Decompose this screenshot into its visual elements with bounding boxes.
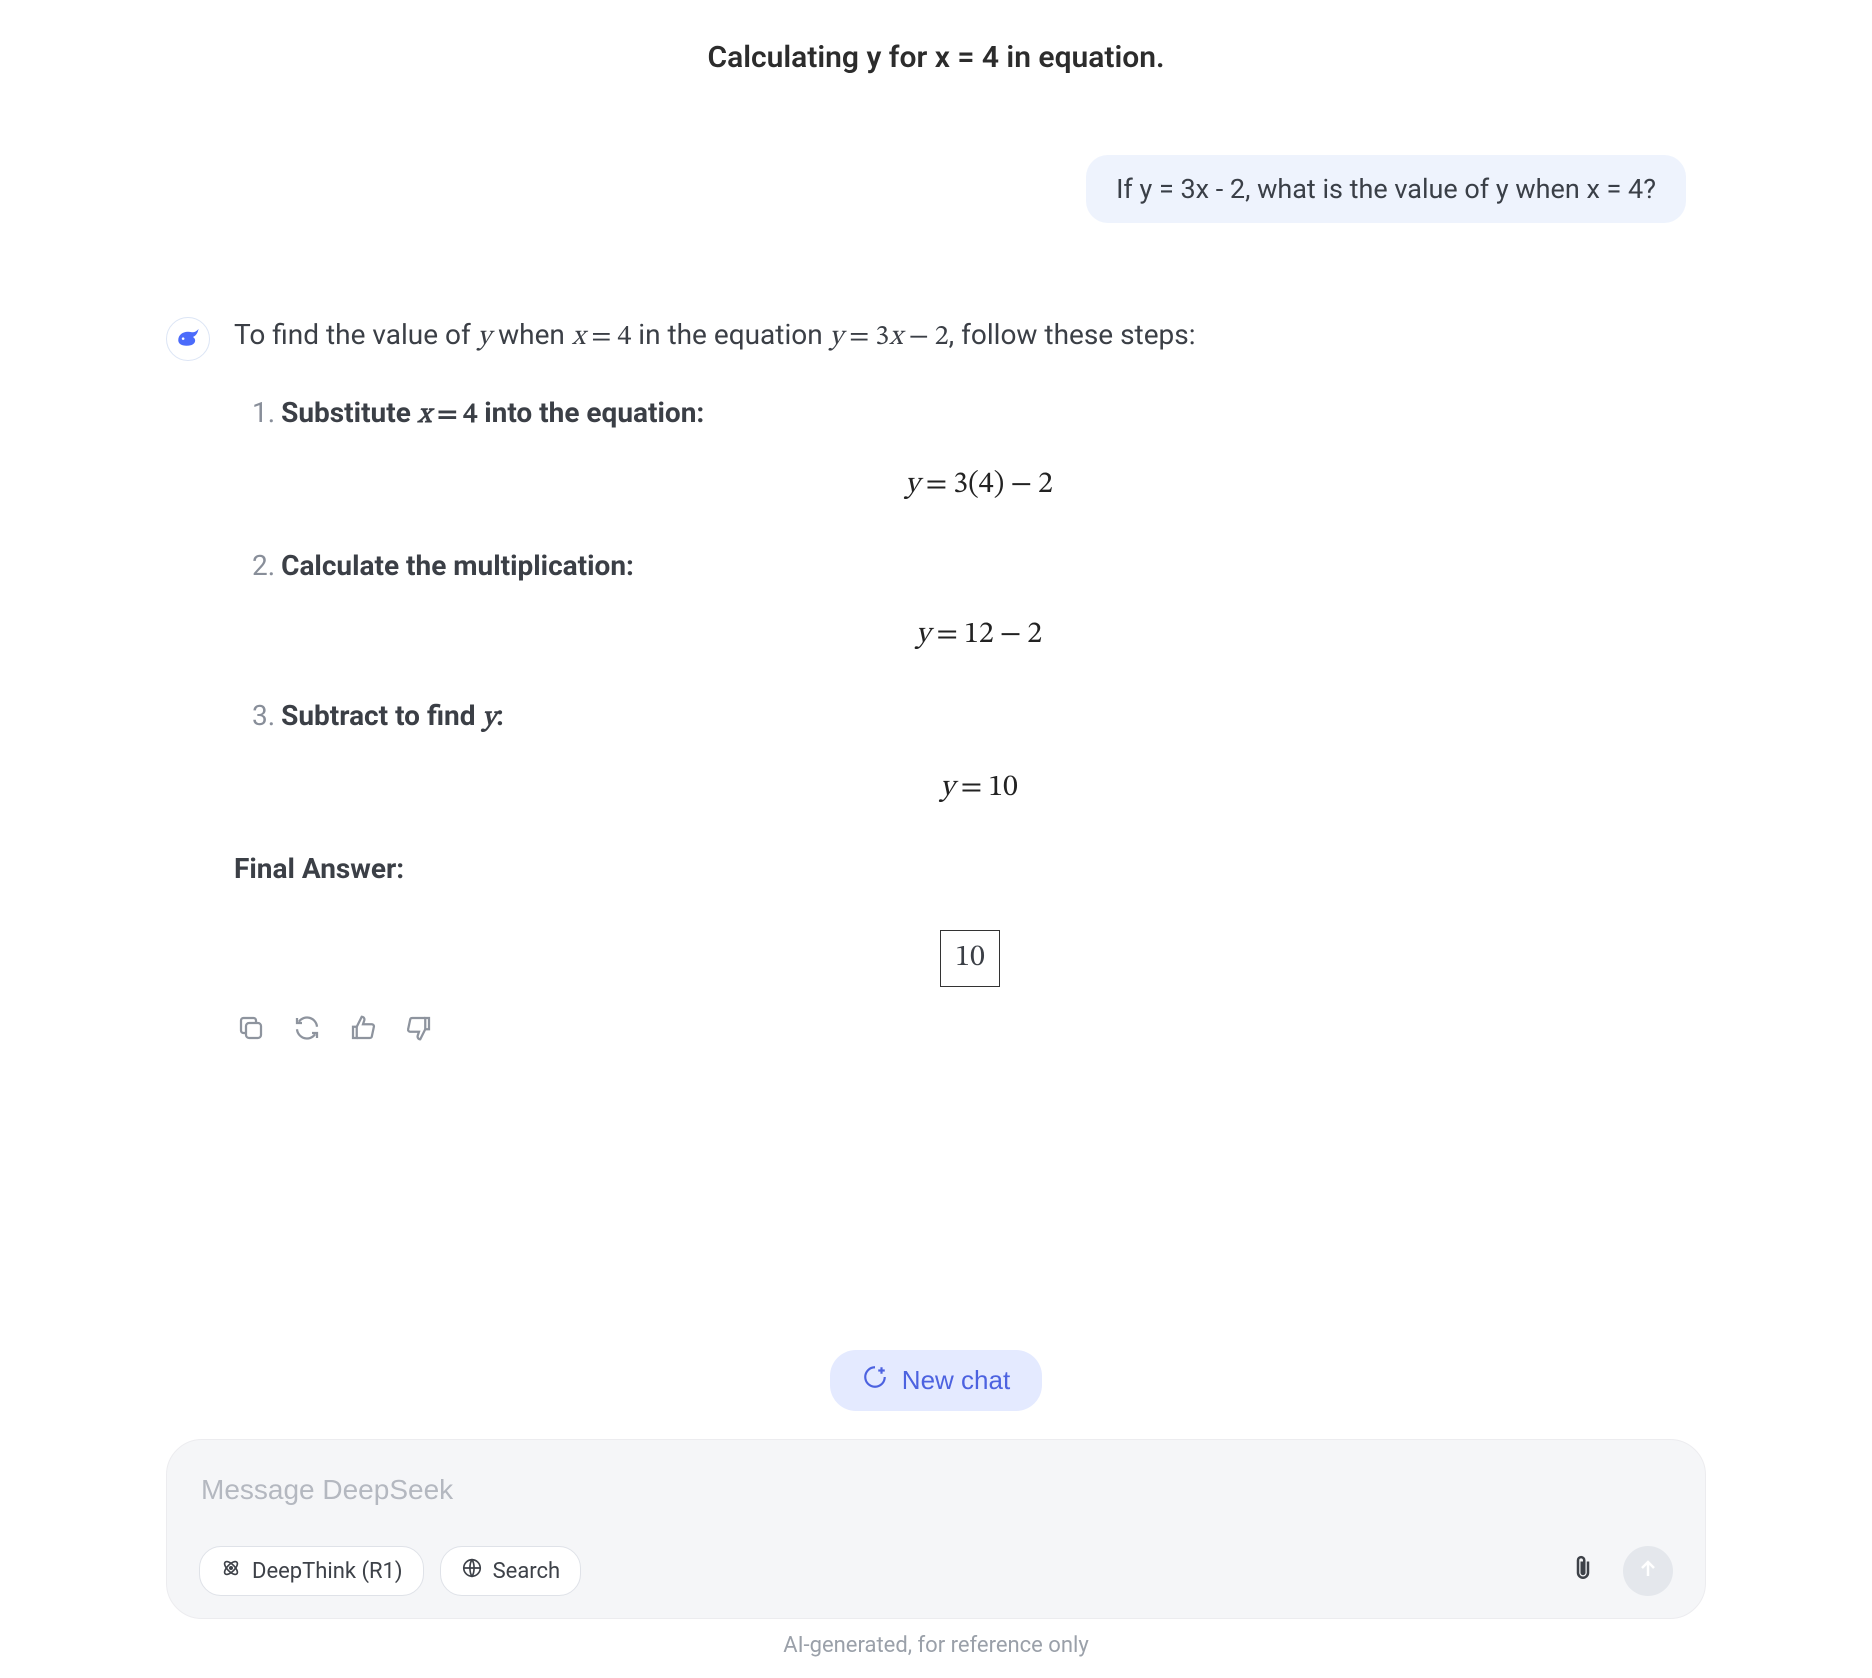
step-number: 2.: [252, 549, 275, 582]
whale-icon: [175, 324, 201, 354]
message-input[interactable]: [199, 1468, 1673, 1546]
page-title: Calculating y for x = 4 in equation.: [166, 40, 1706, 75]
thumbs-down-button[interactable]: [402, 1017, 436, 1051]
new-chat-label: New chat: [902, 1365, 1010, 1396]
step-3: 3.Subtract to find y: y=10: [252, 694, 1706, 811]
intro-text: , follow these steps:: [949, 318, 1196, 351]
attach-button[interactable]: [1565, 1553, 1601, 1589]
copy-button[interactable]: [234, 1017, 268, 1051]
equation-block: y=3(4)−2: [252, 462, 1706, 509]
intro-math-y: y: [478, 323, 492, 351]
final-answer-value: 10: [940, 930, 1000, 987]
final-answer-label: Final Answer:: [234, 847, 1706, 890]
step-2: 2.Calculate the multiplication: y=12−2: [252, 544, 1706, 658]
intro-math-eq: y=3x−2: [830, 323, 949, 351]
step-number: 1.: [252, 396, 275, 429]
disclaimer-text: AI-generated, for reference only: [166, 1633, 1706, 1658]
atom-icon: [220, 1557, 242, 1585]
equation-block: y=10: [252, 765, 1706, 812]
new-chat-icon: [862, 1364, 888, 1397]
assistant-message-body: To find the value of y when x=4 in the e…: [234, 313, 1706, 1051]
deepthink-chip[interactable]: DeepThink (R1): [199, 1546, 424, 1596]
search-label: Search: [493, 1559, 561, 1584]
arrow-up-icon: [1636, 1557, 1660, 1585]
message-actions: [234, 1017, 1706, 1051]
step-text: Substitute: [281, 396, 418, 429]
step-math: x=4: [418, 401, 477, 429]
input-panel: DeepThink (R1) Search: [166, 1439, 1706, 1619]
user-message-bubble: If y = 3x - 2, what is the value of y wh…: [1086, 155, 1686, 223]
globe-icon: [461, 1557, 483, 1585]
step-text: Subtract to find: [281, 699, 482, 732]
intro-text: when: [491, 318, 572, 351]
paperclip-icon: [1568, 1554, 1598, 1588]
equation-block: y=12−2: [252, 612, 1706, 659]
search-chip[interactable]: Search: [440, 1546, 582, 1596]
step-text: Calculate the multiplication:: [281, 549, 634, 582]
assistant-intro: To find the value of y when x=4 in the e…: [234, 313, 1706, 359]
assistant-avatar: [166, 317, 210, 361]
step-text: into the equation:: [477, 396, 704, 429]
refresh-icon: [292, 1012, 322, 1055]
user-message-row: If y = 3x - 2, what is the value of y wh…: [166, 155, 1706, 223]
intro-text: To find the value of: [234, 318, 478, 351]
new-chat-button[interactable]: New chat: [830, 1350, 1042, 1411]
assistant-message-row: To find the value of y when x=4 in the e…: [166, 313, 1706, 1051]
step-math: y: [482, 704, 496, 732]
thumbs-down-icon: [404, 1012, 434, 1055]
intro-math-x4: x=4: [572, 323, 631, 351]
send-button[interactable]: [1623, 1546, 1673, 1596]
step-number: 3.: [252, 699, 275, 732]
copy-icon: [236, 1012, 266, 1055]
step-1: 1.Substitute x=4 into the equation: y=3(…: [252, 391, 1706, 508]
regenerate-button[interactable]: [290, 1017, 324, 1051]
intro-text: in the equation: [631, 318, 829, 351]
thumbs-up-button[interactable]: [346, 1017, 380, 1051]
thumbs-up-icon: [348, 1012, 378, 1055]
final-answer-block: 10: [234, 930, 1706, 987]
steps-list: 1.Substitute x=4 into the equation: y=3(…: [234, 391, 1706, 811]
deepthink-label: DeepThink (R1): [252, 1559, 403, 1584]
step-text: :: [496, 699, 504, 732]
